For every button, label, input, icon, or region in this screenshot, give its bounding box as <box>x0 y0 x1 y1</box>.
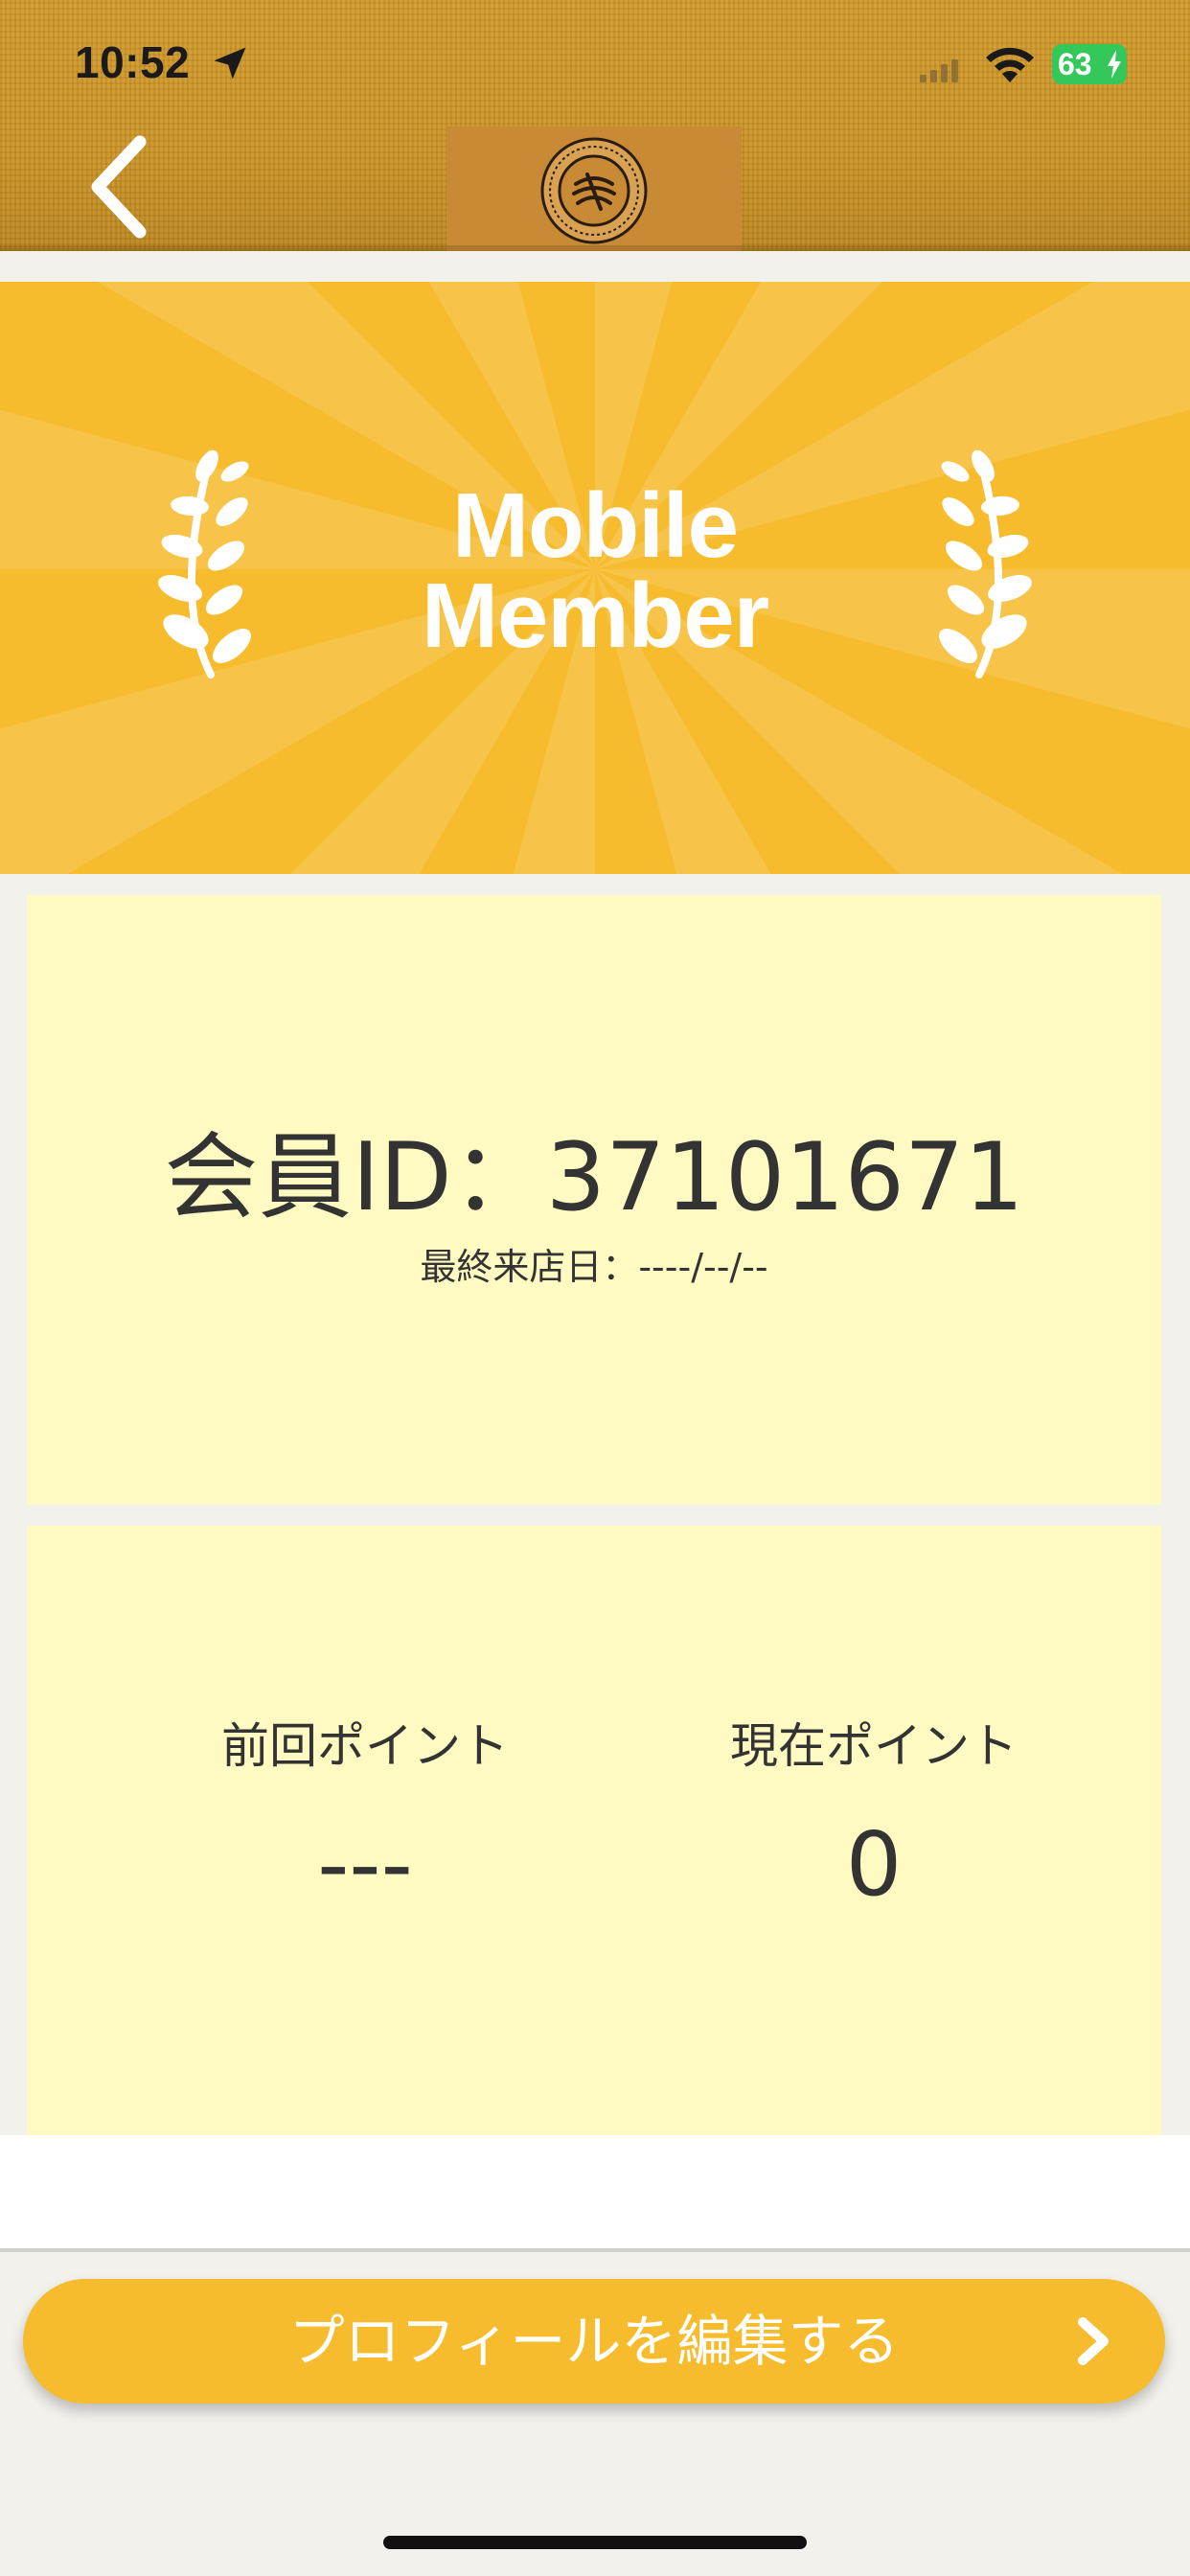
banner-title-line1: Mobile <box>452 474 739 577</box>
content-bottom-spacer <box>0 2135 1190 2248</box>
member-banner: Mobile Member <box>0 282 1190 874</box>
banner-title-line2: Member <box>421 564 769 667</box>
charging-bolt-icon <box>1108 50 1121 79</box>
brand-emblem-icon <box>540 137 648 244</box>
back-button[interactable] <box>80 134 157 240</box>
battery-level: 63 <box>1058 47 1092 81</box>
status-time: 10:52 <box>75 37 191 87</box>
member-id: 会員ID：37101671 <box>164 1123 1024 1232</box>
footer-divider <box>0 2248 1190 2252</box>
current-points-label: 現在ポイント <box>730 1718 1018 1774</box>
cellular-signal-icon <box>920 59 958 82</box>
last-visit-date: 最終来店日：----/--/-- <box>420 1246 768 1288</box>
home-indicator[interactable] <box>383 2536 807 2549</box>
laurel-icon <box>939 449 1032 678</box>
current-points: 現在ポイント 0 <box>673 1717 1075 1913</box>
chevron-right-icon <box>1078 2317 1109 2365</box>
previous-points-label: 前回ポイント <box>221 1718 509 1774</box>
laurel-icon <box>158 449 251 678</box>
points-card: 前回ポイント --- 現在ポイント 0 <box>27 1526 1161 2135</box>
member-id-card: 会員ID：37101671 最終来店日：----/--/-- <box>27 895 1161 1505</box>
brand-logo <box>446 126 742 251</box>
battery-indicator: 63 <box>1052 44 1127 84</box>
previous-points-value: --- <box>317 1813 413 1916</box>
app-header: 10:52 63 <box>0 0 1190 251</box>
previous-points: 前回ポイント --- <box>164 1717 566 1913</box>
wifi-icon <box>986 47 1034 82</box>
banner-title: Mobile Member <box>308 474 882 667</box>
current-points-value: 0 <box>845 1813 903 1916</box>
edit-profile-button[interactable]: プロフィールを編集する <box>23 2279 1165 2404</box>
location-arrow-icon <box>214 47 246 80</box>
edit-profile-label: プロフィールを編集する <box>288 2309 900 2374</box>
